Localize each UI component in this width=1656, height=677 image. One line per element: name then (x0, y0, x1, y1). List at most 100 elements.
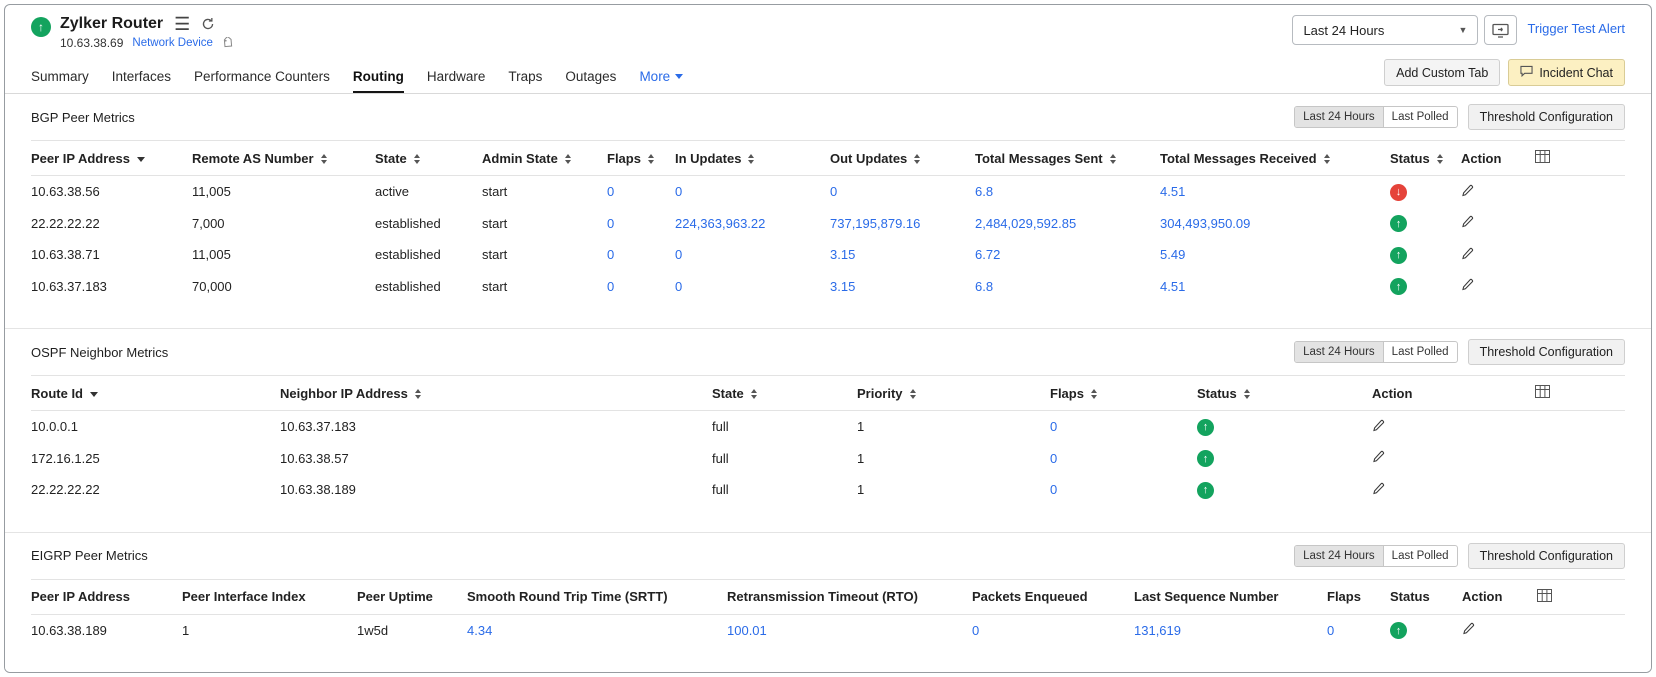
column-header-priority[interactable]: Priority (851, 376, 1044, 411)
share-screen-button[interactable] (1484, 15, 1517, 45)
edit-icon[interactable] (1461, 278, 1474, 291)
edit-icon[interactable] (1372, 482, 1385, 495)
time-range-select[interactable]: Last 24 Hours ▼ (1292, 15, 1478, 45)
tab-summary[interactable]: Summary (31, 63, 89, 93)
tab-outages[interactable]: Outages (565, 63, 616, 93)
metric-link[interactable]: 3.15 (830, 279, 855, 294)
metric-link[interactable]: 0 (972, 623, 979, 638)
threshold-configuration-button[interactable]: Threshold Configuration (1468, 339, 1625, 365)
metric-link[interactable]: 0 (675, 184, 682, 199)
last-24-hours-chip[interactable]: Last 24 Hours (1295, 107, 1384, 127)
column-header-peer-ip-address[interactable]: Peer IP Address (31, 141, 186, 176)
filter-caret-icon[interactable] (90, 392, 98, 397)
column-header-state[interactable]: State (369, 141, 476, 176)
refresh-icon[interactable] (201, 17, 215, 31)
column-header-route-id[interactable]: Route Id (31, 376, 274, 411)
column-header-total-messages-received[interactable]: Total Messages Received (1154, 141, 1384, 176)
tab-hardware[interactable]: Hardware (427, 63, 486, 93)
sort-icon[interactable] (415, 389, 421, 399)
last-polled-chip[interactable]: Last Polled (1384, 342, 1457, 362)
trigger-test-alert-link[interactable]: Trigger Test Alert (1527, 21, 1625, 36)
metric-link[interactable]: 0 (675, 279, 682, 294)
column-header-admin-state[interactable]: Admin State (476, 141, 601, 176)
sort-icon[interactable] (1091, 389, 1097, 399)
sort-icon[interactable] (321, 154, 327, 164)
column-chooser-icon[interactable] (1535, 150, 1550, 163)
sort-icon[interactable] (1324, 154, 1330, 164)
add-custom-tab-button[interactable]: Add Custom Tab (1384, 59, 1500, 86)
metric-link[interactable]: 131,619 (1134, 623, 1181, 638)
metric-link[interactable]: 0 (607, 184, 614, 199)
tab-routing[interactable]: Routing (353, 63, 404, 93)
column-chooser-icon[interactable] (1535, 385, 1550, 398)
metric-link[interactable]: 4.34 (467, 623, 492, 638)
tab-interfaces[interactable]: Interfaces (112, 63, 171, 93)
status-up-icon: ↑ (1197, 419, 1214, 436)
metric-link[interactable]: 100.01 (727, 623, 767, 638)
column-header-out-updates[interactable]: Out Updates (824, 141, 969, 176)
edit-icon[interactable] (1461, 247, 1474, 260)
last-polled-chip[interactable]: Last Polled (1384, 546, 1457, 566)
sort-icon[interactable] (1244, 389, 1250, 399)
column-header-remote-as-number[interactable]: Remote AS Number (186, 141, 369, 176)
metric-link[interactable]: 4.51 (1160, 279, 1185, 294)
metric-link[interactable]: 0 (1050, 419, 1057, 434)
column-header-status[interactable]: Status (1191, 376, 1366, 411)
metric-link[interactable]: 0 (675, 247, 682, 262)
metric-link[interactable]: 6.72 (975, 247, 1000, 262)
last-24-hours-chip[interactable]: Last 24 Hours (1295, 546, 1384, 566)
menu-icon[interactable]: ☰ (174, 15, 190, 33)
edit-icon[interactable] (1372, 419, 1385, 432)
sort-icon[interactable] (748, 154, 754, 164)
column-header-state[interactable]: State (706, 376, 851, 411)
sort-icon[interactable] (914, 154, 920, 164)
metric-link[interactable]: 0 (607, 216, 614, 231)
filter-caret-icon[interactable] (137, 157, 145, 162)
tab-more[interactable]: More (639, 63, 683, 93)
column-chooser-icon[interactable] (1537, 589, 1552, 602)
metric-link[interactable]: 4.51 (1160, 184, 1185, 199)
tab-performance-counters[interactable]: Performance Counters (194, 63, 330, 93)
cell-text: established (369, 208, 476, 240)
column-header-total-messages-sent[interactable]: Total Messages Sent (969, 141, 1154, 176)
column-header-status[interactable]: Status (1384, 141, 1455, 176)
metric-link[interactable]: 2,484,029,592.85 (975, 216, 1076, 231)
tag-icon[interactable] (222, 37, 234, 49)
threshold-configuration-button[interactable]: Threshold Configuration (1468, 543, 1625, 569)
metric-link[interactable]: 737,195,879.16 (830, 216, 920, 231)
metric-link[interactable]: 0 (1050, 482, 1057, 497)
threshold-configuration-button[interactable]: Threshold Configuration (1468, 104, 1625, 130)
metric-link[interactable]: 3.15 (830, 247, 855, 262)
last-polled-chip[interactable]: Last Polled (1384, 107, 1457, 127)
device-type-link[interactable]: Network Device (132, 37, 213, 49)
column-header-last-sequence-number: Last Sequence Number (1128, 579, 1321, 614)
metric-link[interactable]: 0 (830, 184, 837, 199)
sort-icon[interactable] (648, 154, 654, 164)
sort-icon[interactable] (910, 389, 916, 399)
column-header-in-updates[interactable]: In Updates (669, 141, 824, 176)
edit-icon[interactable] (1372, 450, 1385, 463)
sort-icon[interactable] (1110, 154, 1116, 164)
metric-link[interactable]: 6.8 (975, 184, 993, 199)
sort-icon[interactable] (751, 389, 757, 399)
metric-link[interactable]: 304,493,950.09 (1160, 216, 1250, 231)
edit-icon[interactable] (1461, 215, 1474, 228)
column-header-flaps[interactable]: Flaps (601, 141, 669, 176)
column-header-flaps[interactable]: Flaps (1044, 376, 1191, 411)
metric-link[interactable]: 0 (1327, 623, 1334, 638)
last-24-hours-chip[interactable]: Last 24 Hours (1295, 342, 1384, 362)
column-header-neighbor-ip-address[interactable]: Neighbor IP Address (274, 376, 706, 411)
tab-traps[interactable]: Traps (508, 63, 542, 93)
metric-link[interactable]: 5.49 (1160, 247, 1185, 262)
metric-link[interactable]: 0 (607, 247, 614, 262)
metric-link[interactable]: 0 (607, 279, 614, 294)
sort-icon[interactable] (565, 154, 571, 164)
sort-icon[interactable] (414, 154, 420, 164)
incident-chat-button[interactable]: Incident Chat (1508, 59, 1625, 86)
edit-icon[interactable] (1462, 622, 1475, 635)
sort-icon[interactable] (1437, 154, 1443, 164)
edit-icon[interactable] (1461, 184, 1474, 197)
metric-link[interactable]: 6.8 (975, 279, 993, 294)
metric-link[interactable]: 0 (1050, 451, 1057, 466)
metric-link[interactable]: 224,363,963.22 (675, 216, 765, 231)
